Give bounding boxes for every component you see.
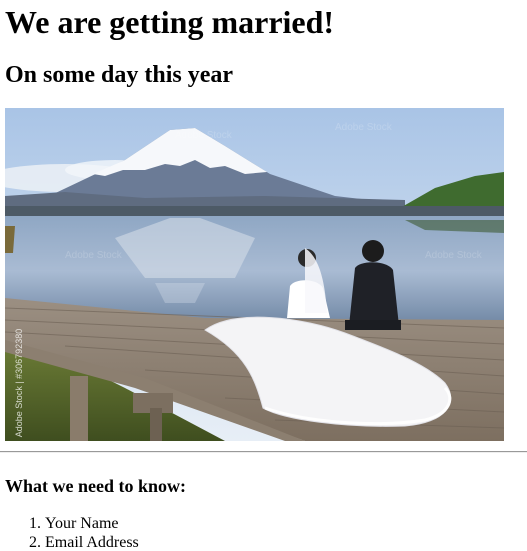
svg-text:Adobe Stock: Adobe Stock [175,130,233,141]
wedding-photo-illustration: Adobe Stock Adobe Stock Adobe Stock Adob… [5,108,504,441]
svg-text:Adobe Stock: Adobe Stock [425,250,483,261]
needs-item-name: Your Name [45,514,139,533]
needs-list: Your Name Email Address [5,514,139,551]
section-divider [0,451,527,453]
needs-item-email: Email Address [45,533,139,551]
wedding-photo: Adobe Stock Adobe Stock Adobe Stock Adob… [5,108,504,441]
needs-heading: What we need to know: [5,476,187,496]
page-title: We are getting married! [5,4,335,40]
svg-text:Adobe Stock: Adobe Stock [335,122,393,133]
svg-text:Adobe Stock: Adobe Stock [65,250,123,261]
page: We are getting married! On some day this… [0,0,527,551]
event-date-subtitle: On some day this year [5,62,233,88]
